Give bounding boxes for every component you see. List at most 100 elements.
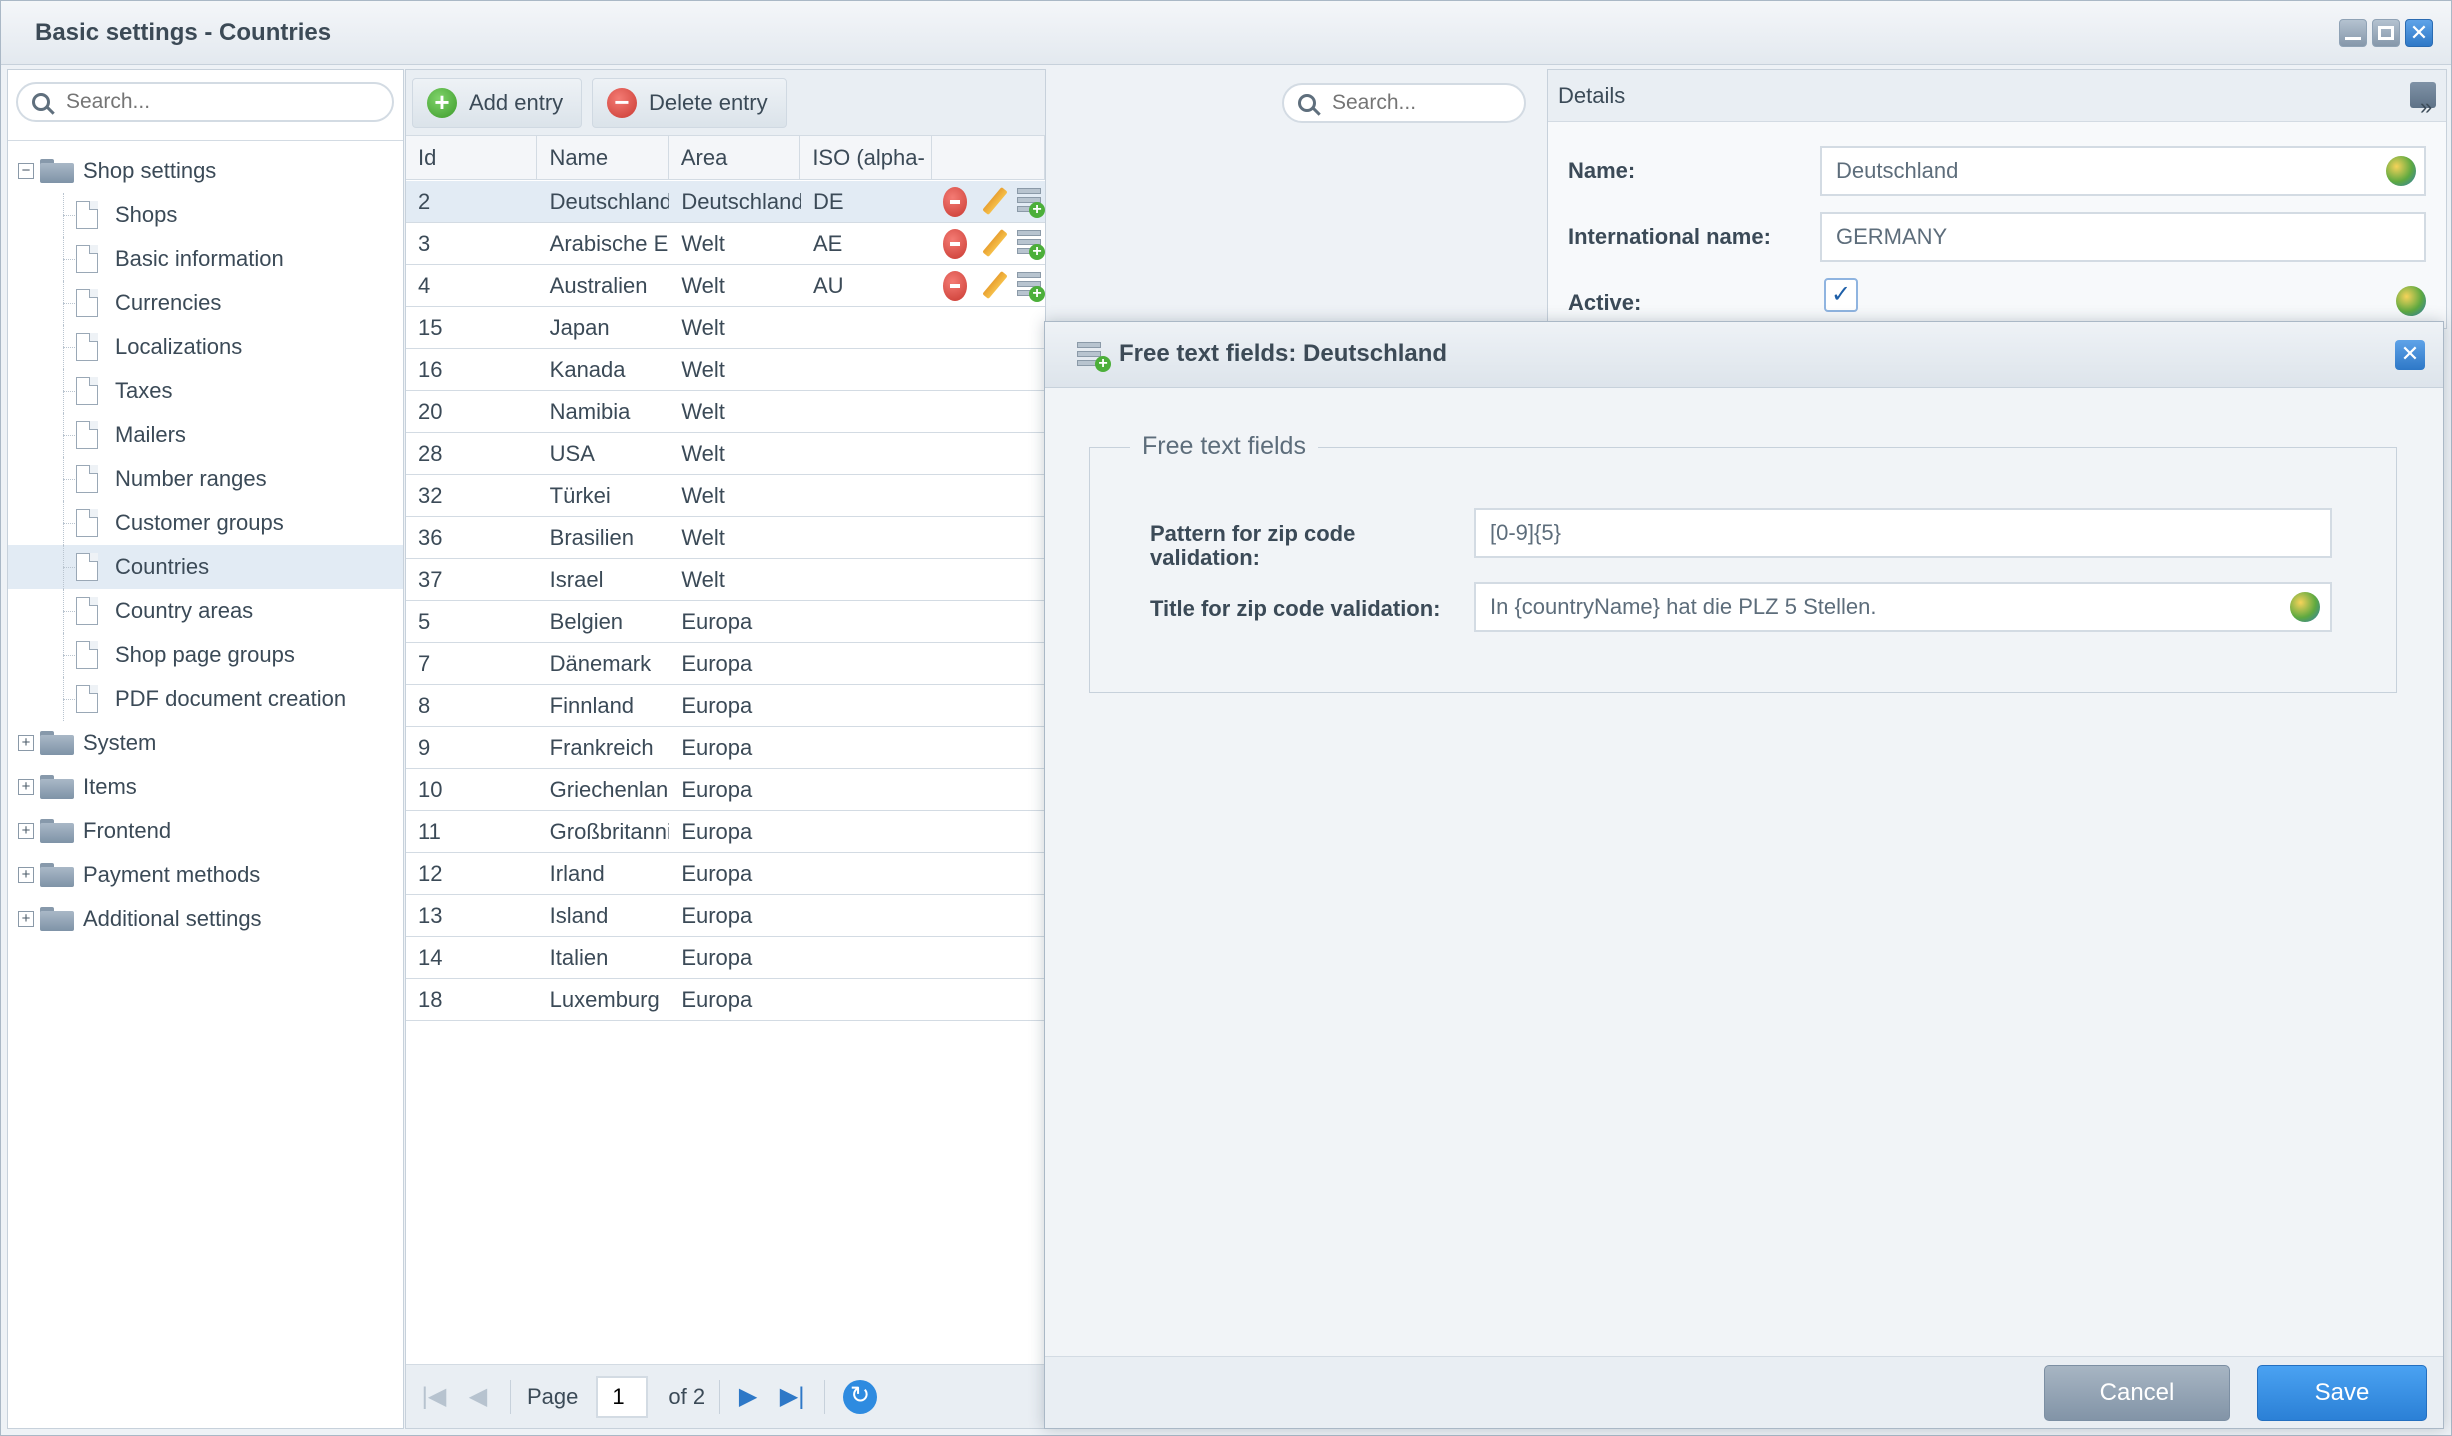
cell-name: Israel — [549, 567, 604, 592]
cell-id: 4 — [418, 273, 431, 298]
name-field[interactable]: Deutschland — [1820, 146, 2426, 196]
tree-item[interactable]: + Additional settings — [8, 897, 403, 941]
translation-globe-icon[interactable] — [2290, 592, 2320, 622]
table-row[interactable]: 13 Island Europa — [406, 895, 1045, 937]
table-row[interactable]: 4 Australien Welt AU + — [406, 265, 1046, 307]
table-row[interactable]: 15 Japan Welt — [406, 307, 1045, 349]
tree-item[interactable]: Number ranges — [8, 457, 403, 501]
tree-item[interactable]: PDF document creation — [8, 677, 403, 721]
edit-pencil-icon[interactable] — [979, 228, 1005, 260]
edit-pencil-icon[interactable] — [979, 186, 1005, 218]
grid-search-input[interactable] — [1332, 91, 1513, 115]
tree-item[interactable]: Country areas — [8, 589, 403, 633]
table-row[interactable]: 7 Dänemark Europa — [406, 643, 1045, 685]
page-number-input[interactable] — [596, 1375, 649, 1418]
grid-search-box[interactable] — [1282, 83, 1526, 123]
tree-item[interactable]: + System — [8, 721, 403, 765]
free-text-fields-icon[interactable]: + — [1017, 186, 1046, 218]
delete-row-icon[interactable] — [942, 228, 968, 259]
close-window-button[interactable]: ✕ — [2405, 19, 2433, 47]
row-actions: + — [933, 265, 1046, 306]
column-header-name[interactable]: Name — [537, 136, 669, 179]
prev-page-button[interactable]: ◀ — [460, 1379, 496, 1415]
table-row[interactable]: 18 Luxemburg Europa — [406, 979, 1045, 1021]
translation-globe-icon[interactable] — [2396, 286, 2426, 316]
expand-icon[interactable]: + — [18, 823, 34, 839]
tree-search-input[interactable] — [66, 90, 354, 114]
tree-item[interactable]: Countries — [8, 545, 403, 589]
table-row[interactable]: 36 Brasilien Welt — [406, 517, 1045, 559]
column-header-area[interactable]: Area — [669, 136, 801, 179]
next-page-button[interactable]: ▶ — [730, 1379, 766, 1415]
tree-item[interactable]: Localizations — [8, 325, 403, 369]
table-row[interactable]: 3 Arabische Emirate Welt AE + — [406, 223, 1046, 265]
save-button[interactable]: Save — [2257, 1365, 2427, 1421]
tree-item[interactable]: Customer groups — [8, 501, 403, 545]
expand-icon[interactable]: + — [18, 911, 34, 927]
table-row[interactable]: 9 Frankreich Europa — [406, 727, 1045, 769]
details-panel: Details » Name: Deutschland Internationa… — [1547, 69, 2447, 329]
collapse-details-button[interactable]: » — [2410, 82, 2436, 119]
tree-item[interactable]: Shops — [8, 193, 403, 237]
tree-item[interactable]: + Payment methods — [8, 853, 403, 897]
free-text-fieldset: Free text fields Pattern for zip code va… — [1089, 432, 2397, 693]
cancel-button[interactable]: Cancel — [2044, 1365, 2230, 1421]
delete-entry-button[interactable]: − Delete entry — [592, 78, 787, 128]
tree-search-box[interactable] — [16, 82, 394, 122]
cell-area: Europa — [681, 987, 753, 1012]
expand-icon[interactable]: + — [18, 867, 34, 883]
row-actions — [933, 811, 1045, 852]
table-row[interactable]: 2 Deutschland Deutschland DE + — [406, 181, 1046, 223]
table-row[interactable]: 32 Türkei Welt — [406, 475, 1045, 517]
tree-guide-line — [63, 259, 77, 260]
last-page-button[interactable]: ▶| — [774, 1379, 810, 1415]
maximize-button[interactable] — [2372, 19, 2400, 47]
table-row[interactable]: 14 Italien Europa — [406, 937, 1045, 979]
column-header-id[interactable]: Id — [406, 136, 538, 179]
table-row[interactable]: 12 Irland Europa — [406, 853, 1045, 895]
tree-item[interactable]: Taxes — [8, 369, 403, 413]
zip-title-field[interactable]: In {countryName} hat die PLZ 5 Stellen. — [1474, 582, 2332, 632]
edit-pencil-icon[interactable] — [979, 270, 1005, 302]
free-text-fields-icon[interactable]: + — [1017, 270, 1046, 302]
cell-id: 9 — [418, 735, 431, 760]
add-entry-button[interactable]: + Add entry — [412, 78, 583, 128]
column-header-iso[interactable]: ISO (alpha-2) — [800, 136, 932, 214]
translation-globe-icon[interactable] — [2386, 156, 2416, 186]
table-row[interactable]: 20 Namibia Welt — [406, 391, 1045, 433]
modal-close-button[interactable]: ✕ — [2395, 340, 2425, 370]
expand-icon[interactable]: + — [18, 779, 34, 795]
table-row[interactable]: 28 USA Welt — [406, 433, 1045, 475]
modal-header[interactable]: + Free text fields: Deutschland ✕ — [1045, 322, 2443, 388]
window-titlebar[interactable]: Basic settings - Countries ✕ — [1, 1, 2451, 65]
tree-item[interactable]: + Frontend — [8, 809, 403, 853]
zip-pattern-field[interactable]: [0-9]{5} — [1474, 508, 2332, 558]
tree-item[interactable]: − Shop settings — [8, 149, 403, 193]
tree-item[interactable]: Shop page groups — [8, 633, 403, 677]
table-row[interactable]: 5 Belgien Europa — [406, 601, 1045, 643]
tree-item[interactable]: + Items — [8, 765, 403, 809]
expand-icon[interactable]: + — [18, 735, 34, 751]
delete-row-icon[interactable] — [942, 186, 968, 217]
table-row[interactable]: 16 Kanada Welt — [406, 349, 1045, 391]
cell-iso — [801, 307, 933, 348]
table-row[interactable]: 8 Finnland Europa — [406, 685, 1045, 727]
active-checkbox[interactable]: ✓ — [1824, 278, 1858, 312]
delete-row-icon[interactable] — [942, 270, 968, 301]
tree-item[interactable]: Basic information — [8, 237, 403, 281]
collapse-icon[interactable]: − — [18, 163, 34, 179]
tree-item-label: Frontend — [83, 818, 172, 843]
cell-area: Deutschland — [681, 189, 801, 214]
minimize-button[interactable] — [2339, 19, 2367, 47]
tree-item[interactable]: Currencies — [8, 281, 403, 325]
table-row[interactable]: 37 Israel Welt — [406, 559, 1045, 601]
cell-id: 20 — [418, 399, 443, 424]
table-row[interactable]: 10 Griechenland Europa — [406, 769, 1045, 811]
international-name-field[interactable]: GERMANY — [1820, 212, 2426, 262]
free-text-fields-icon[interactable]: + — [1017, 228, 1046, 260]
tree-item[interactable]: Mailers — [8, 413, 403, 457]
tree-item-label: Basic information — [115, 246, 284, 271]
table-row[interactable]: 11 Großbritannien Europa — [406, 811, 1045, 853]
first-page-button[interactable]: |◀ — [416, 1379, 452, 1415]
refresh-button[interactable]: ↻ — [843, 1379, 878, 1414]
